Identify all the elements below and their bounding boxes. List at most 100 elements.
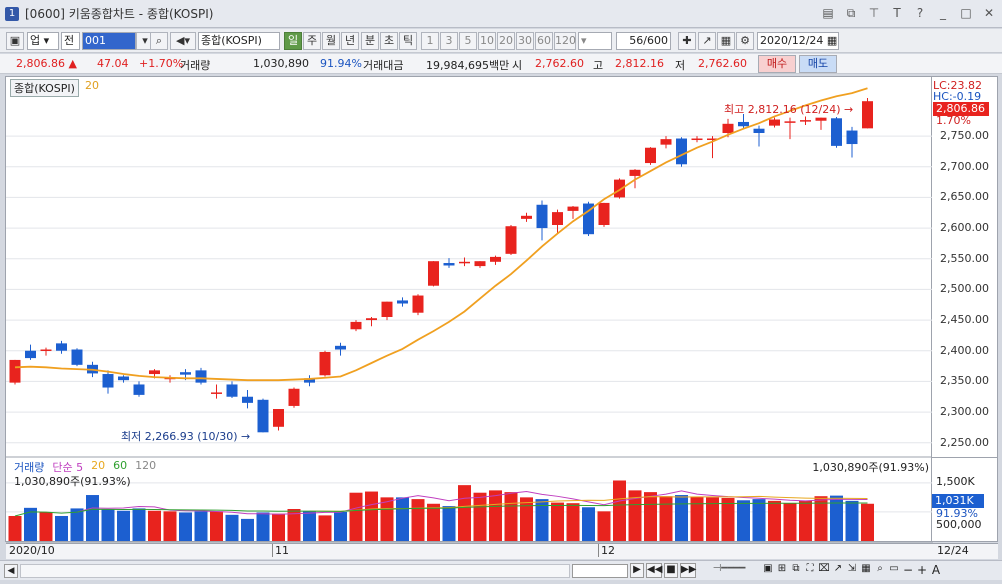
play-icon[interactable]: ▶▶ (680, 563, 696, 578)
candle-body (769, 119, 780, 126)
period-year-button[interactable]: 년 (341, 32, 359, 50)
rewind-icon[interactable]: ◀◀ (646, 563, 662, 578)
export-icon[interactable]: ⇲ (846, 563, 858, 578)
min-3-button[interactable]: 3 (440, 32, 458, 50)
zoom-out-icon[interactable]: − (902, 563, 914, 578)
volume-bar (613, 480, 626, 541)
screenshot-icon[interactable]: ▦ (860, 563, 872, 578)
buy-button[interactable]: 매수 (758, 55, 796, 73)
candle-body (412, 295, 424, 313)
low-label: 저 (675, 59, 686, 72)
volume-bar (210, 511, 223, 541)
min-5-button[interactable]: 5 (459, 32, 477, 50)
stop-icon[interactable]: ■ (664, 563, 678, 578)
panel-toggle-icon[interactable]: ▣ (6, 32, 24, 50)
min-10-button[interactable]: 10 (478, 32, 496, 50)
scroll-left-icon[interactable]: ◀ (4, 564, 18, 578)
date-input[interactable]: 2020/12/24 ▦ (757, 32, 839, 50)
period-tick-button[interactable]: 틱 (399, 32, 417, 50)
font-icon[interactable]: T (890, 6, 904, 21)
all-button[interactable]: 전 (61, 32, 80, 50)
zoom-region-icon[interactable]: ▣ (762, 563, 774, 578)
scroll-thumb[interactable] (572, 564, 628, 578)
zoom-in-icon[interactable]: + (916, 563, 928, 578)
search-icon[interactable]: ⌕ (150, 32, 168, 50)
high-value: 2,812.16 (615, 57, 664, 70)
trendline-icon[interactable]: ↗ (698, 32, 716, 50)
auto-scale-icon[interactable]: A (930, 563, 942, 578)
indicator-icon[interactable]: ⛶ (804, 563, 816, 578)
maximize-icon[interactable]: □ (959, 6, 973, 21)
magnify-icon[interactable]: ⌕ (874, 563, 886, 578)
period-second-button[interactable]: 초 (380, 32, 398, 50)
count-field[interactable]: 56/600 (616, 32, 671, 50)
min-1-button[interactable]: 1 (421, 32, 439, 50)
volume-legend-ma120: 120 (135, 459, 157, 472)
speed-slider[interactable]: ⊣━━━━ (698, 563, 760, 578)
volume-value: 1,030,890 (253, 57, 309, 70)
code-input[interactable]: 001 (82, 32, 136, 50)
candle-body (71, 349, 83, 365)
period-month-button[interactable]: 월 (322, 32, 340, 50)
candlestick-series (9, 97, 873, 433)
settings-gear-icon[interactable]: ⚙ (736, 32, 754, 50)
minimize-icon[interactable]: _ (936, 6, 950, 21)
market-select[interactable]: 업 ▾ (27, 32, 59, 50)
quote-bar: 2,806.86 ▲ 47.04 +1.70% 거래량 1,030,890 91… (0, 54, 1002, 74)
volume-value-right: 1,030,890주(91.93%) (812, 461, 929, 474)
custom-period-select[interactable]: ▾ (578, 32, 612, 50)
volume-bar (659, 496, 673, 541)
volume-bar (504, 492, 518, 541)
volume-tick-500k: 500,000 (936, 518, 982, 531)
candle-body (505, 226, 517, 254)
help-icon[interactable]: ? (913, 6, 927, 21)
volume-bar (473, 492, 487, 541)
sell-button[interactable]: 매도 (799, 55, 837, 73)
volume-bar (442, 506, 456, 541)
candle-body (738, 121, 749, 127)
sound-icon[interactable]: ◀▾ (170, 32, 196, 50)
save-icon[interactable]: ▦ (717, 32, 735, 50)
candle-body (443, 263, 455, 266)
x-label-nov: 11 (272, 544, 289, 557)
pin-icon[interactable]: ⊤ (867, 6, 881, 21)
chart-area[interactable]: 종합(KOSPI) 20 최고 2,812.16 (12/24) → 최저 2,… (5, 76, 933, 559)
volume-bar (845, 500, 859, 541)
candle-body (676, 138, 687, 165)
legend-symbol[interactable]: 종합(KOSPI) (10, 79, 79, 97)
period-day-button[interactable]: 일 (284, 32, 302, 50)
copy-window-icon[interactable]: ⧉ (844, 6, 858, 21)
candle-body (381, 301, 393, 317)
layout-icon[interactable]: ▤ (821, 6, 835, 21)
price-grid (6, 135, 933, 444)
min-60-button[interactable]: 60 (535, 32, 553, 50)
scroll-track[interactable] (20, 564, 570, 578)
symbol-name-field: 종합(KOSPI) (198, 32, 280, 50)
draw-icon[interactable]: ↗ (832, 563, 844, 578)
price-tick: 2,350.00 (940, 374, 989, 388)
price-tick: 2,250.00 (940, 435, 989, 449)
crosshair-icon[interactable]: ✚ (678, 32, 696, 50)
price-tick: 2,300.00 (940, 405, 989, 419)
candle-body (133, 384, 145, 395)
volume-bar (225, 514, 239, 541)
period-minute-button[interactable]: 분 (361, 32, 379, 50)
tile-icon[interactable]: ⧉ (790, 563, 802, 578)
candle-body (428, 261, 439, 286)
add-chart-icon[interactable]: ⊞ (776, 563, 788, 578)
change-percent: +1.70% (139, 57, 184, 70)
min-20-button[interactable]: 20 (497, 32, 515, 50)
close-icon[interactable]: ✕ (982, 6, 996, 21)
min-30-button[interactable]: 30 (516, 32, 534, 50)
volume-bar (194, 511, 208, 541)
price-change: 47.04 (97, 57, 129, 70)
scroll-right-icon[interactable]: ▶ (630, 563, 644, 578)
volume-bar (334, 511, 347, 541)
clear-icon[interactable]: ⌧ (818, 563, 830, 578)
fit-icon[interactable]: ▭ (888, 563, 900, 578)
min-120-button[interactable]: 120 (554, 32, 576, 50)
period-week-button[interactable]: 주 (303, 32, 321, 50)
candle-body (521, 215, 532, 219)
current-price: 2,806.86 ▲ (16, 57, 77, 70)
volume-bars (8, 480, 874, 541)
